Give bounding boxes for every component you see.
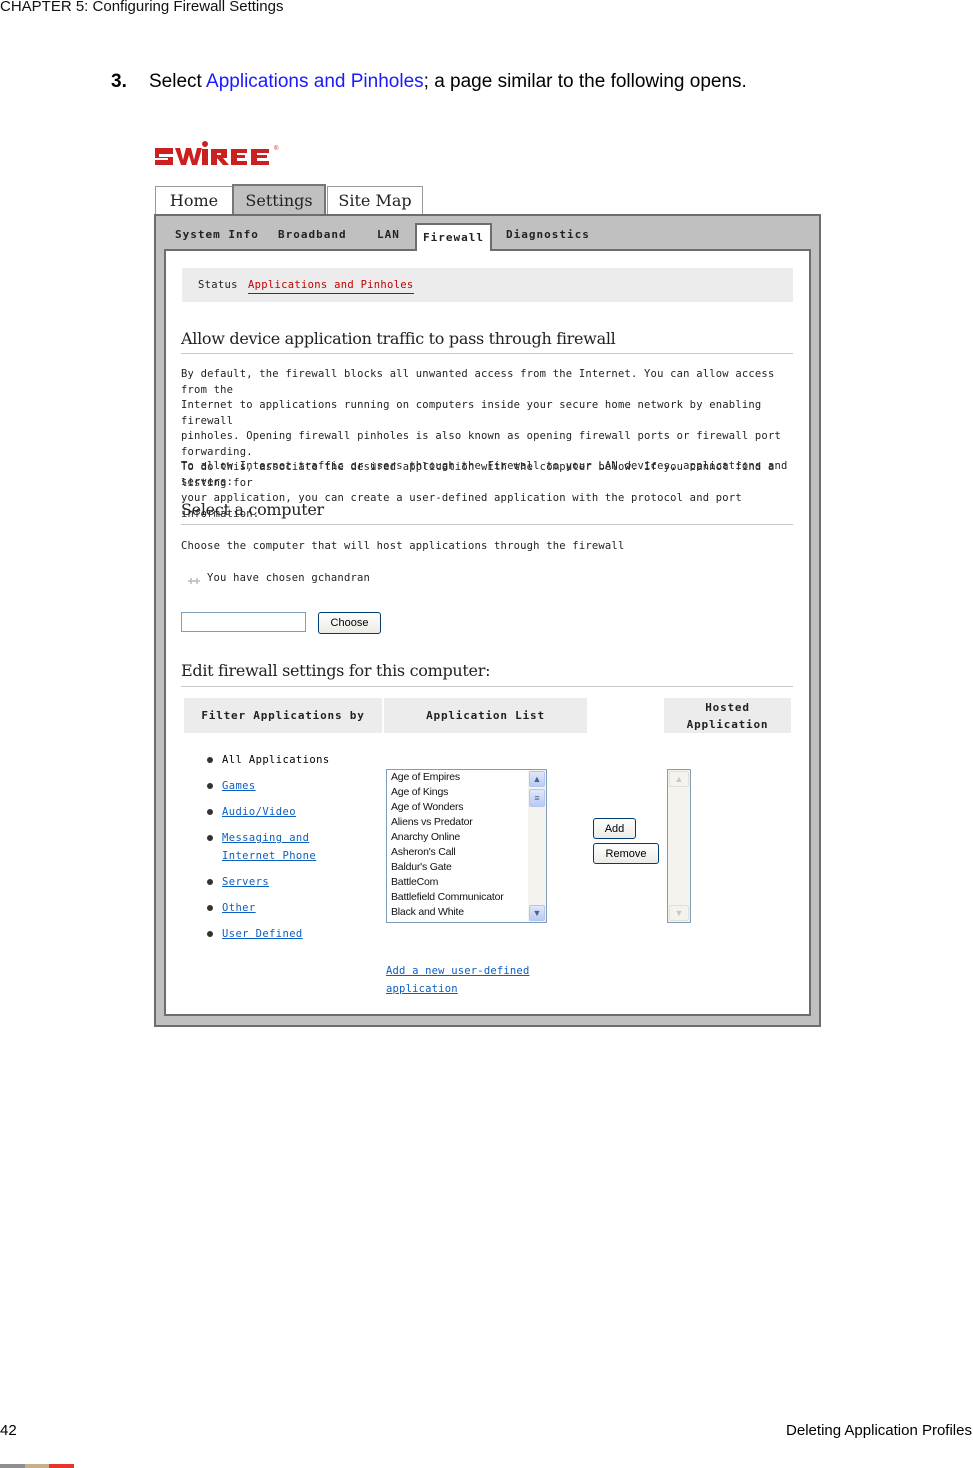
subnav-status[interactable]: Status <box>198 279 238 291</box>
subtab-system-info[interactable]: System Info <box>175 228 259 248</box>
choose-instruction: Choose the computer that will host appli… <box>181 540 625 552</box>
bullet-icon <box>207 809 213 815</box>
section-heading-edit-firewall: Edit firewall settings for this computer… <box>181 661 491 680</box>
add-user-defined-application-link[interactable]: Add a new user-defined application <box>386 965 529 995</box>
filter-games[interactable]: Games <box>207 777 372 795</box>
filter-link-user-defined[interactable]: User Defined <box>222 928 303 940</box>
choose-button[interactable]: Choose <box>318 612 381 634</box>
color-bar-segment <box>0 1464 25 1468</box>
application-option[interactable]: Battlefield Communicator <box>387 890 546 905</box>
tab-settings[interactable]: Settings <box>232 184 326 215</box>
scroll-thumb[interactable]: ≡ <box>529 789 545 807</box>
subnav-applications-and-pinholes[interactable]: Applications and Pinholes <box>248 279 414 294</box>
section-divider <box>181 353 793 354</box>
subtab-diagnostics[interactable]: Diagnostics <box>506 228 590 248</box>
application-option[interactable]: Age of Wonders <box>387 800 546 815</box>
page-number: 42 <box>0 1422 17 1439</box>
intro-line: By default, the firewall blocks all unwa… <box>181 368 775 396</box>
section-divider <box>181 524 793 525</box>
scroll-down-arrow-icon[interactable]: ▼ <box>669 905 689 921</box>
filter-link-games[interactable]: Games <box>222 780 256 792</box>
running-head: CHAPTER 5: Configuring Firewall Settings <box>0 0 284 15</box>
intro-line: Internet to applications running on comp… <box>181 399 762 427</box>
hosted-application-listbox[interactable]: ▲ ▼ <box>667 769 691 923</box>
subtab-firewall[interactable]: Firewall <box>415 223 492 251</box>
add-button[interactable]: Add <box>593 818 636 839</box>
application-option[interactable]: Anarchy Online <box>387 830 546 845</box>
bullet-icon <box>207 931 213 937</box>
scroll-up-arrow-icon[interactable]: ▲ <box>529 771 545 787</box>
application-option[interactable]: Age of Kings <box>387 785 546 800</box>
section-heading-select-computer: Select a computer <box>181 500 324 519</box>
step-text-before: Select <box>149 71 207 92</box>
application-listbox[interactable]: Age of Empires Age of Kings Age of Wonde… <box>386 769 547 923</box>
filter-messaging[interactable]: Messaging and Internet Phone <box>207 829 367 865</box>
step-number: 3. <box>111 71 127 92</box>
filter-servers[interactable]: Servers <box>207 873 372 891</box>
filter-audio-video[interactable]: Audio/Video <box>207 803 372 821</box>
registered-mark: ® <box>274 145 279 152</box>
application-option[interactable]: Black and White <box>387 905 546 920</box>
intro-line: pinholes. Opening firewall pinholes is a… <box>181 430 781 458</box>
application-option[interactable]: BattleCom <box>387 875 546 890</box>
scroll-up-arrow-icon[interactable]: ▲ <box>669 771 689 787</box>
scroll-down-arrow-icon[interactable]: ▼ <box>529 905 545 921</box>
application-option[interactable]: Baldur's Gate <box>387 860 546 875</box>
application-option[interactable]: Aliens vs Predator <box>387 815 546 830</box>
tab-site-map[interactable]: Site Map <box>327 186 423 214</box>
application-options: Age of Empires Age of Kings Age of Wonde… <box>387 770 546 920</box>
firewall-subnav: Status Applications and Pinholes <box>182 268 793 302</box>
bullet-icon <box>207 783 213 789</box>
footer-color-bar <box>0 1464 75 1468</box>
application-list-scrollbar[interactable]: ▲ ≡ ▼ <box>528 770 546 922</box>
chosen-computer-text: You have chosen gchandran <box>207 572 371 584</box>
filter-other[interactable]: Other <box>207 899 372 917</box>
application-option[interactable]: Asheron's Call <box>387 845 546 860</box>
bullet-icon <box>207 905 213 911</box>
allow-instruction: To allow Internet traffic or users throu… <box>181 460 788 488</box>
filter-link-messaging[interactable]: Messaging and Internet Phone <box>222 832 316 862</box>
step-text-after: ; a page similar to the following opens. <box>423 71 747 92</box>
color-bar-segment <box>24 1464 50 1468</box>
bullet-icon <box>207 835 213 841</box>
application-option[interactable]: Age of Empires <box>387 770 546 785</box>
section-heading-allow-traffic: Allow device application traffic to pass… <box>181 329 616 348</box>
tab-home[interactable]: Home <box>155 186 233 214</box>
footer-section-title: Deleting Application Profiles <box>786 1422 972 1439</box>
filter-link-servers[interactable]: Servers <box>222 876 269 888</box>
filter-all-applications[interactable]: All Applications <box>207 751 372 769</box>
column-header-application-list: Application List <box>384 698 587 733</box>
color-bar-segment <box>49 1464 75 1468</box>
filter-link-other[interactable]: Other <box>222 902 256 914</box>
brand-logo: ® <box>155 141 279 165</box>
filter-label: All Applications <box>222 754 330 766</box>
bullet-icon <box>207 879 213 885</box>
computer-input[interactable] <box>181 612 306 632</box>
subtab-lan[interactable]: LAN <box>377 228 400 248</box>
add-user-defined-container: Add a new user-defined application <box>386 962 531 998</box>
remove-button[interactable]: Remove <box>593 843 659 864</box>
filter-link-audio-video[interactable]: Audio/Video <box>222 806 296 818</box>
subtab-broadband[interactable]: Broadband <box>278 228 347 248</box>
intro-paragraph: By default, the firewall blocks all unwa… <box>181 367 801 522</box>
section-divider <box>181 686 793 687</box>
hosted-list-scrollbar[interactable]: ▲ ▼ <box>668 770 690 922</box>
column-header-hosted-application: Hosted Application <box>664 698 791 733</box>
filter-user-defined[interactable]: User Defined <box>207 925 372 943</box>
computer-icon <box>187 573 201 584</box>
step-instruction: 3. Select Applications and Pinholes; a pa… <box>111 71 747 93</box>
bullet-icon <box>207 757 213 763</box>
step-link[interactable]: Applications and Pinholes <box>206 71 424 92</box>
column-header-filter: Filter Applications by <box>184 698 382 733</box>
